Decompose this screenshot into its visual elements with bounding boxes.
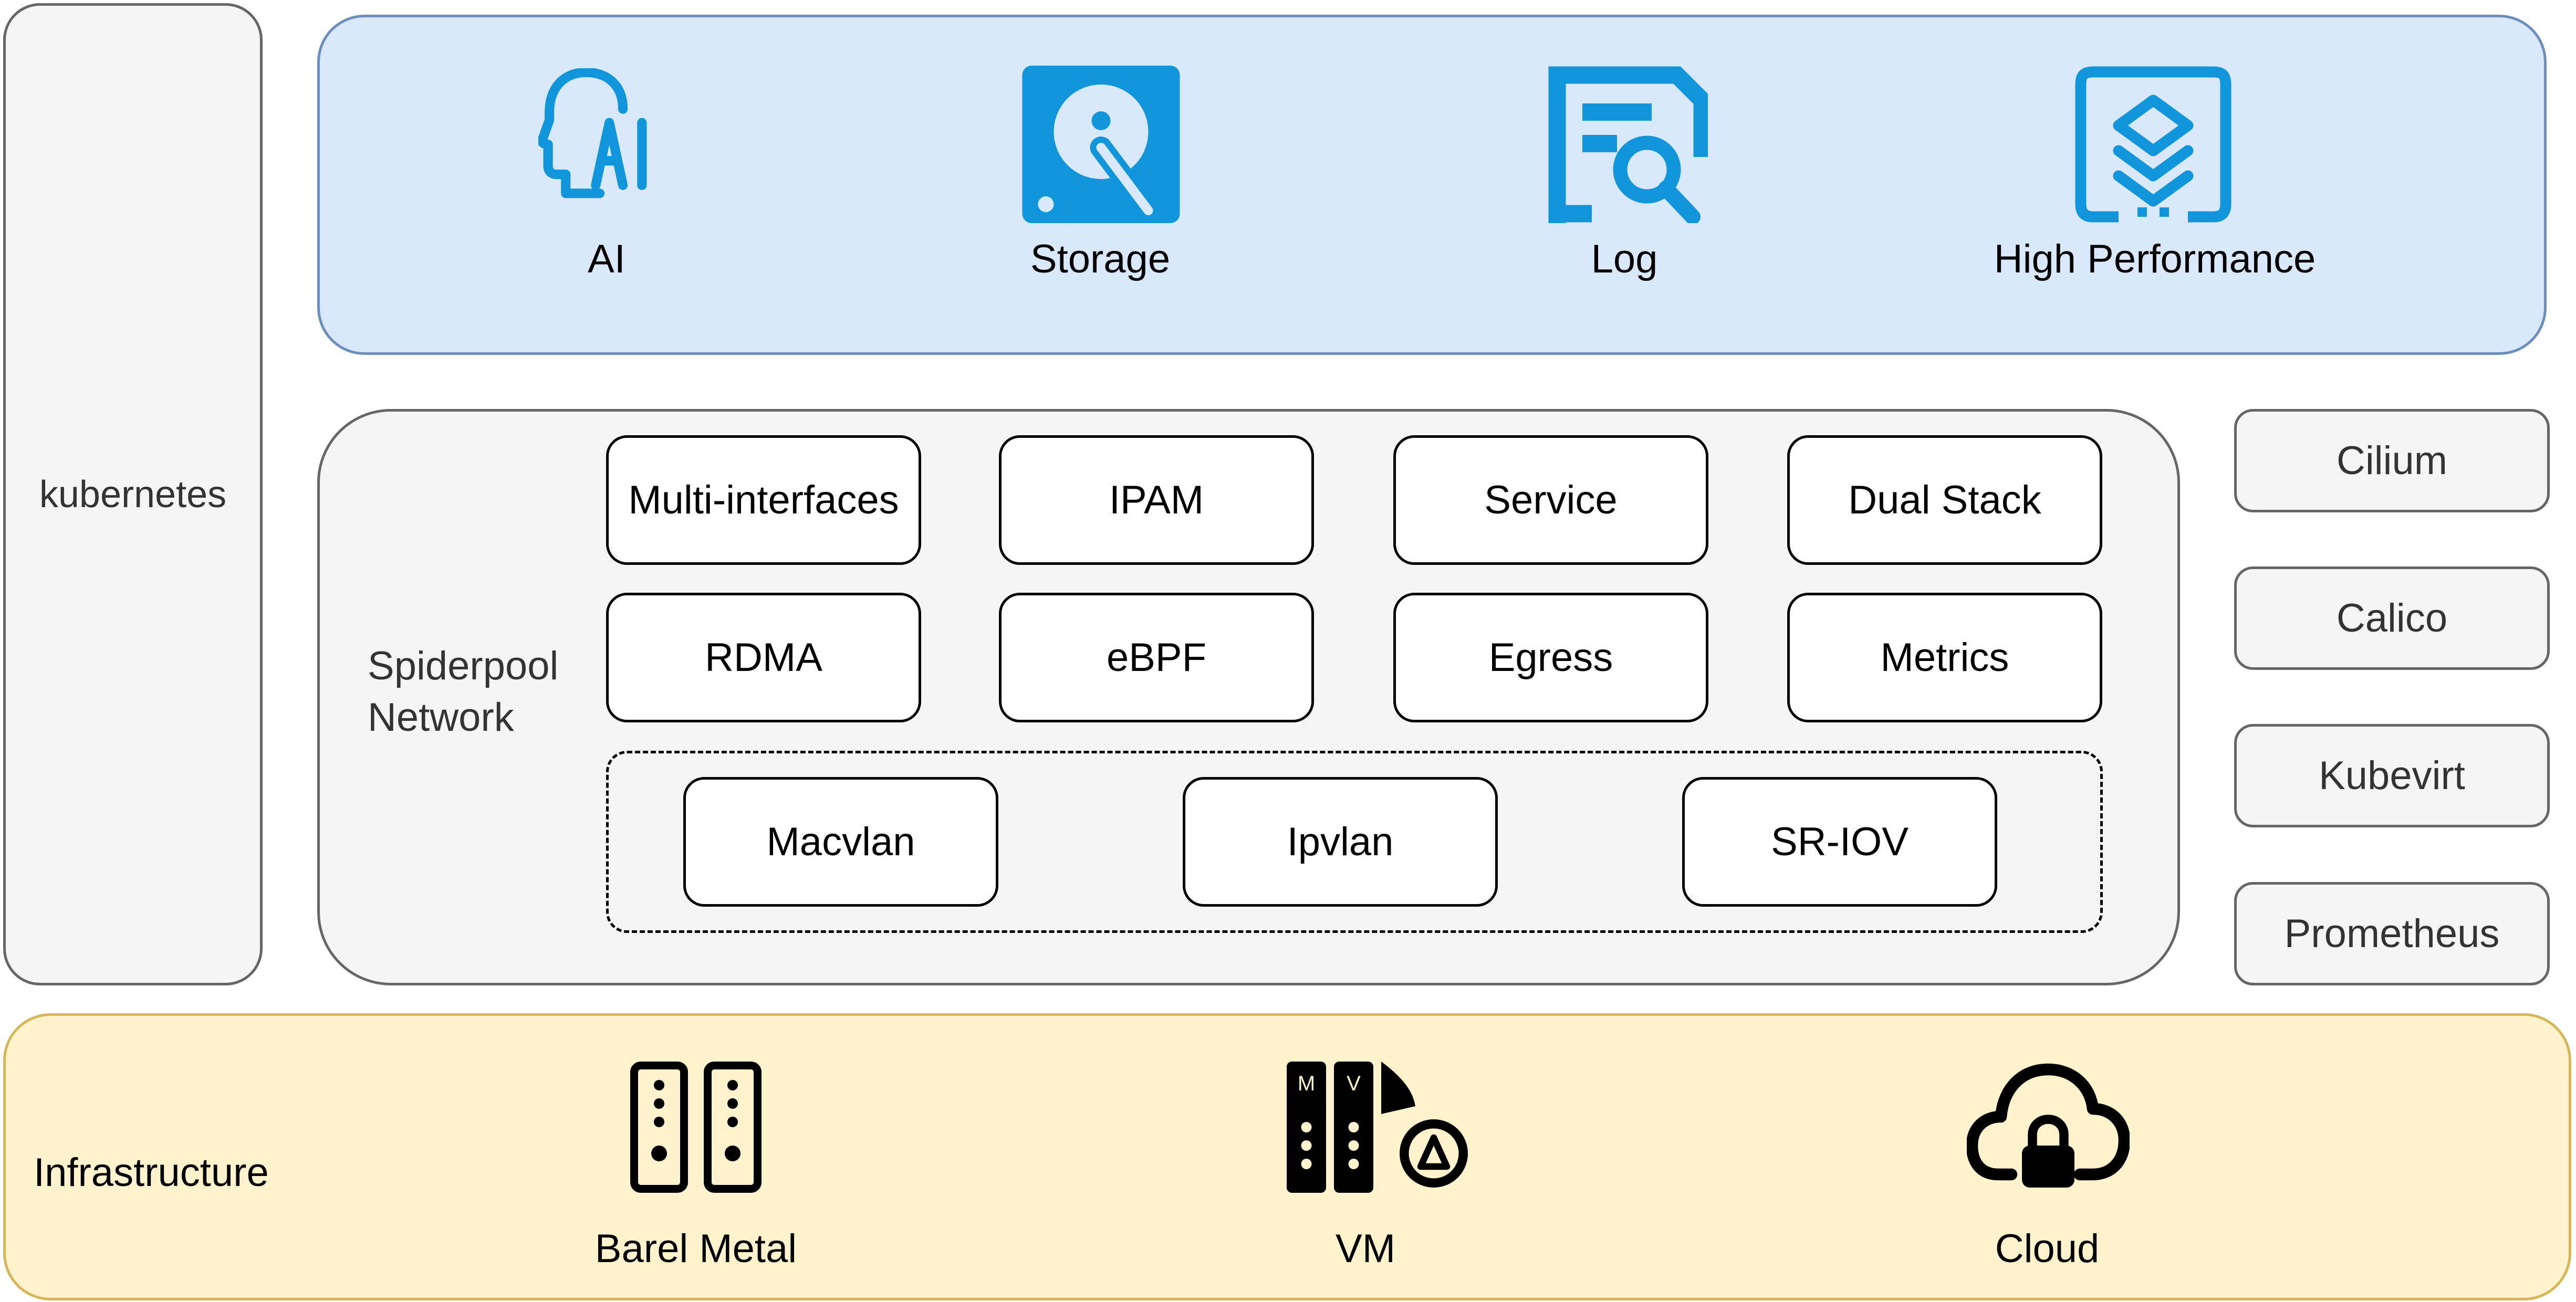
cni-macvlan: Macvlan	[683, 777, 998, 907]
hard-disk-icon	[1022, 66, 1180, 223]
cni-ipvlan: Ipvlan	[1183, 777, 1498, 907]
integration-prometheus: Prometheus	[2234, 882, 2550, 985]
feature-metrics: Metrics	[1787, 593, 2102, 722]
log-search-icon	[1548, 66, 1708, 223]
kubernetes-layer: kubernetes	[3, 3, 263, 985]
cloud-lock-icon	[1967, 1063, 2130, 1188]
ai-head-icon	[538, 68, 647, 198]
vm-badge-v: V	[1347, 1072, 1361, 1095]
feature-service: Service	[1393, 435, 1708, 565]
infrastructure-label: Infrastructure	[34, 1150, 269, 1195]
feature-multi-interfaces: Multi-interfaces	[606, 435, 921, 565]
vm-badge-m: M	[1298, 1072, 1315, 1095]
integration-kubevirt: Kubevirt	[2234, 724, 2550, 827]
workload-label-log: Log	[1591, 237, 1658, 281]
spiderpool-label-line2: Network	[368, 695, 514, 740]
spiderpool-label: Spiderpool Network	[368, 640, 558, 743]
infra-label-bare-metal: Barel Metal	[595, 1226, 797, 1271]
feature-ebpf: eBPF	[999, 593, 1314, 722]
kubernetes-label: kubernetes	[39, 473, 227, 516]
feature-rdma: RDMA	[606, 593, 921, 722]
bare-metal-server-icon	[630, 1062, 762, 1193]
feature-egress: Egress	[1393, 593, 1708, 722]
workload-label-ai: AI	[588, 237, 625, 281]
feature-ipam: IPAM	[999, 435, 1314, 565]
cni-sriov: SR-IOV	[1682, 777, 1997, 907]
infra-label-vm: VM	[1336, 1226, 1395, 1271]
infra-label-cloud: Cloud	[1995, 1226, 2100, 1271]
workload-label-high-performance: High Performance	[1994, 237, 2316, 281]
spiderpool-label-line1: Spiderpool	[368, 644, 559, 688]
virtual-machine-icon: M V	[1287, 1062, 1468, 1193]
integration-cilium: Cilium	[2234, 409, 2550, 512]
integration-calico: Calico	[2234, 566, 2550, 670]
layers-device-icon	[2075, 66, 2231, 223]
feature-dual-stack: Dual Stack	[1787, 435, 2102, 565]
workload-label-storage: Storage	[1030, 237, 1171, 281]
